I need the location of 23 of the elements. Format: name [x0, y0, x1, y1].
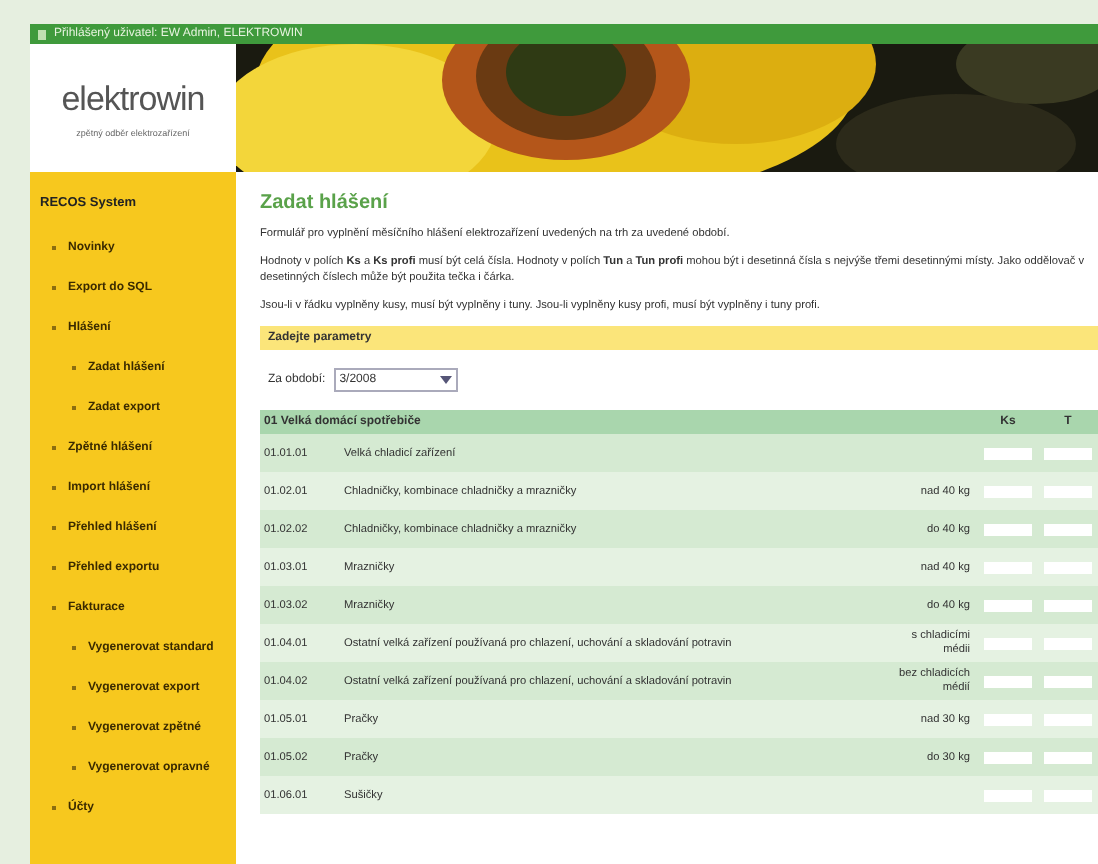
input-field[interactable] — [984, 447, 1032, 460]
input-field[interactable] — [984, 523, 1032, 536]
input-field[interactable] — [984, 485, 1032, 498]
input-field[interactable] — [1044, 675, 1092, 688]
input-field[interactable] — [1044, 523, 1092, 536]
input-field[interactable] — [984, 637, 1032, 650]
input-field[interactable] — [1044, 447, 1092, 460]
input-field[interactable] — [984, 751, 1032, 764]
input-field[interactable] — [984, 561, 1032, 574]
input-field[interactable] — [984, 675, 1032, 688]
input-field[interactable] — [1044, 789, 1092, 802]
input-field[interactable] — [1044, 599, 1092, 612]
page-title: Zadat hlášení — [260, 192, 391, 214]
caret-icon — [439, 376, 452, 385]
input-field[interactable] — [1044, 561, 1092, 574]
input-field[interactable] — [1044, 751, 1092, 764]
input-field[interactable] — [1044, 485, 1092, 498]
input-field[interactable] — [1044, 637, 1092, 650]
input-field[interactable] — [1044, 713, 1092, 726]
input-field[interactable] — [984, 713, 1032, 726]
input-field[interactable] — [984, 599, 1032, 612]
logo-wordmark: elektrowin — [61, 79, 205, 119]
input-field[interactable] — [984, 789, 1032, 802]
